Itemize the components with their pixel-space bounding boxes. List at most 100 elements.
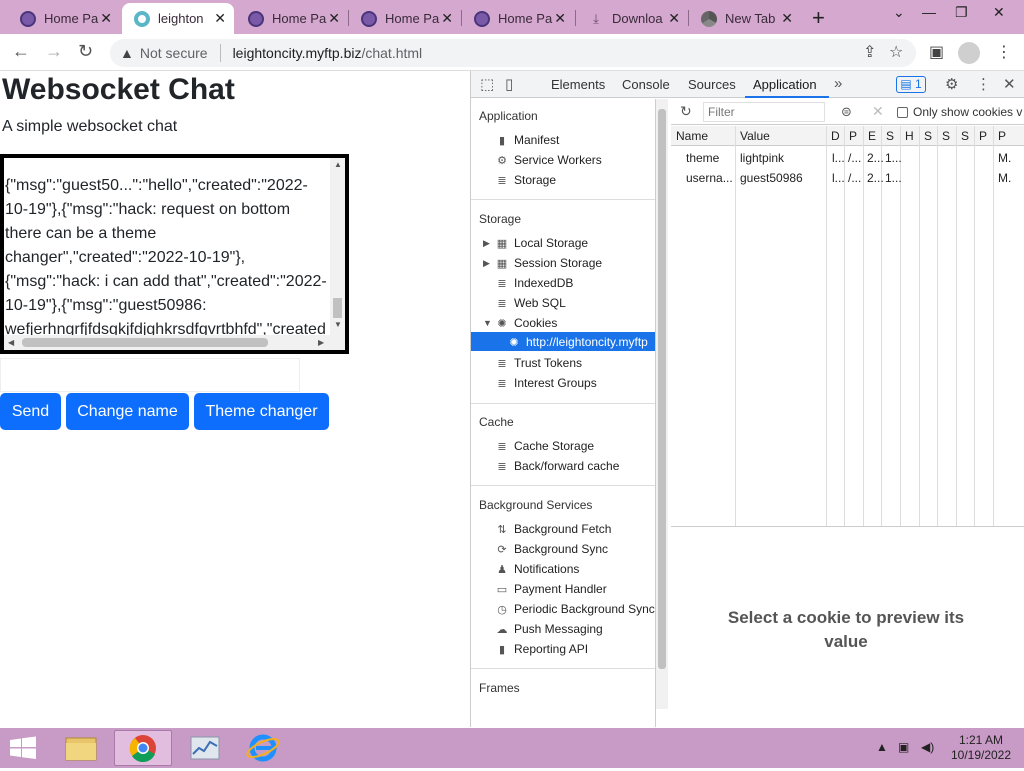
devtools-tab-sources[interactable]: Sources	[688, 77, 736, 92]
sidebar-item-session-storage[interactable]: ▶ ▦ Session Storage	[483, 254, 602, 272]
devtools-menu-icon[interactable]: ⋮	[976, 75, 991, 93]
sidebar-item-back-forward-cache[interactable]: ≣ Back/forward cache	[495, 457, 619, 475]
omnibox[interactable]: ▲ Not secure leightoncity.myftp.biz /cha…	[110, 39, 916, 67]
warning-triangle-icon[interactable]: ▲	[120, 45, 134, 61]
column-header-partition[interactable]: P	[979, 129, 987, 143]
inspect-element-icon[interactable]: ⬚	[480, 75, 494, 93]
cookie-value[interactable]: guest50986	[740, 171, 803, 185]
expand-triangle-icon[interactable]: ▶	[483, 258, 490, 269]
url-host[interactable]: leightoncity.myftp.biz	[233, 45, 362, 61]
close-devtools-icon[interactable]: ✕	[1003, 75, 1016, 93]
sidebar-item-service-workers[interactable]: ⚙ Service Workers	[495, 151, 602, 169]
sidebar-item-cache-storage[interactable]: ≣ Cache Storage	[495, 437, 594, 455]
browser-tab[interactable]: Home Pa ✕	[8, 3, 120, 34]
share-icon[interactable]: ⇪	[863, 42, 876, 62]
windows-start-icon[interactable]	[8, 736, 38, 760]
sidebar-item-trust-tokens[interactable]: ≣ Trust Tokens	[495, 354, 582, 372]
minimize-icon[interactable]: —	[922, 4, 936, 20]
close-window-icon[interactable]: ✕	[993, 4, 1005, 21]
sidebar-item-periodic-background-sync[interactable]: ◷ Periodic Background Sync	[495, 600, 655, 618]
close-tab-icon[interactable]: ✕	[441, 10, 453, 27]
cookie-size[interactable]: 1...	[885, 171, 902, 185]
column-header-path[interactable]: P	[849, 129, 857, 143]
sidebar-item-cookie-origin[interactable]: ✺ http://leightoncity.myftp	[507, 333, 647, 351]
sidebar-item-reporting-api[interactable]: ▮ Reporting API	[495, 640, 588, 658]
column-header-priority[interactable]: P	[998, 129, 1006, 143]
close-tab-icon[interactable]: ✕	[328, 10, 340, 27]
url-path[interactable]: /chat.html	[361, 45, 422, 61]
browser-tab[interactable]: Home Pa ✕	[349, 3, 461, 34]
cookie-path[interactable]: /...	[848, 171, 861, 185]
scroll-left-arrow-icon[interactable]: ◀	[8, 338, 14, 347]
devtools-tab-elements[interactable]: Elements	[551, 77, 605, 92]
close-tab-icon[interactable]: ✕	[100, 10, 112, 27]
sidebar-item-background-fetch[interactable]: ⇅ Background Fetch	[495, 520, 611, 538]
cookie-path[interactable]: /...	[848, 151, 861, 165]
scroll-up-arrow-icon[interactable]: ▲	[334, 160, 342, 169]
browser-tab-active[interactable]: leighton ✕	[122, 3, 234, 34]
cookie-expires[interactable]: 2...	[867, 151, 884, 165]
sidebar-item-manifest[interactable]: ▮ Manifest	[495, 131, 559, 149]
scroll-down-arrow-icon[interactable]: ▼	[334, 320, 342, 329]
file-explorer-icon[interactable]	[52, 730, 110, 766]
device-toolbar-icon[interactable]: ▯	[505, 75, 513, 93]
profile-avatar[interactable]	[958, 42, 980, 64]
sidebar-item-web-sql[interactable]: ≣ Web SQL	[495, 294, 565, 312]
close-tab-icon[interactable]: ✕	[781, 10, 793, 27]
chat-vertical-scrollbar[interactable]: ▲ ▼	[330, 158, 345, 335]
sidebar-item-background-sync[interactable]: ⟳ Background Sync	[495, 540, 608, 558]
scrollbar-thumb[interactable]	[22, 338, 268, 347]
expand-triangle-icon[interactable]: ▶	[483, 238, 490, 249]
sidebar-item-notifications[interactable]: ♟ Notifications	[495, 560, 579, 578]
sidebar-item-payment-handler[interactable]: ▭ Payment Handler	[495, 580, 607, 598]
browser-tab[interactable]: New Tab ✕	[689, 3, 801, 34]
column-header-size[interactable]: S	[886, 129, 894, 143]
column-header-secure[interactable]: S	[924, 129, 932, 143]
tab-search-chevron-icon[interactable]: ⌄	[893, 4, 905, 21]
show-hidden-icons-icon[interactable]: ▲	[876, 740, 888, 754]
theme-changer-button[interactable]: Theme changer	[194, 393, 329, 430]
message-input[interactable]	[0, 358, 300, 392]
close-tab-icon[interactable]: ✕	[668, 10, 680, 27]
send-button[interactable]: Send	[0, 393, 61, 430]
cookie-priority[interactable]: M.	[998, 171, 1011, 185]
browser-tab[interactable]: Home Pa ✕	[236, 3, 348, 34]
cookie-filter-input[interactable]: Filter	[703, 102, 825, 122]
cookie-domain[interactable]: l...	[832, 151, 845, 165]
column-header-expires[interactable]: E	[868, 129, 876, 143]
checkbox-box[interactable]	[897, 106, 908, 118]
bookmark-star-icon[interactable]: ☆	[889, 42, 903, 62]
clear-filtered-cookies-icon[interactable]: ⊜	[841, 104, 852, 120]
chrome-taskbar-icon[interactable]	[114, 730, 172, 766]
network-icon[interactable]: ▣	[898, 740, 909, 754]
close-tab-icon[interactable]: ✕	[214, 10, 226, 27]
task-manager-icon[interactable]	[176, 730, 234, 766]
security-status[interactable]: Not secure	[140, 45, 208, 61]
sidebar-item-push-messaging[interactable]: ☁ Push Messaging	[495, 620, 603, 638]
sidebar-item-interest-groups[interactable]: ≣ Interest Groups	[495, 374, 596, 392]
change-name-button[interactable]: Change name	[66, 393, 189, 430]
forward-arrow-icon[interactable]: →	[45, 41, 63, 62]
volume-icon[interactable]: ◀)	[921, 740, 934, 754]
devtools-tab-application[interactable]: Application	[753, 77, 817, 92]
cookie-expires[interactable]: 2...	[867, 171, 884, 185]
cookie-name[interactable]: userna...	[686, 171, 733, 185]
refresh-icon[interactable]: ↻	[680, 103, 692, 120]
back-arrow-icon[interactable]: ←	[12, 41, 30, 62]
column-header-domain[interactable]: D	[831, 129, 840, 143]
cookie-domain[interactable]: l...	[832, 171, 845, 185]
more-tabs-chevron-icon[interactable]: »	[834, 75, 842, 92]
cookie-size[interactable]: 1...	[885, 151, 902, 165]
cookie-priority[interactable]: M.	[998, 151, 1011, 165]
cookie-name[interactable]: theme	[686, 151, 719, 165]
close-tab-icon[interactable]: ✕	[554, 10, 566, 27]
sidebar-item-storage[interactable]: ≣ Storage	[495, 171, 556, 189]
cookie-value[interactable]: lightpink	[740, 151, 784, 165]
restore-icon[interactable]: ❐	[955, 4, 968, 21]
sidebar-item-local-storage[interactable]: ▶ ▦ Local Storage	[483, 234, 588, 252]
issues-badge[interactable]: ▤ 1	[896, 76, 926, 93]
side-panel-icon[interactable]: ▣	[929, 42, 944, 62]
devtools-tab-console[interactable]: Console	[622, 77, 670, 92]
sidebar-item-indexeddb[interactable]: ≣ IndexedDB	[495, 274, 573, 292]
column-header-samesite[interactable]: S	[942, 129, 950, 143]
